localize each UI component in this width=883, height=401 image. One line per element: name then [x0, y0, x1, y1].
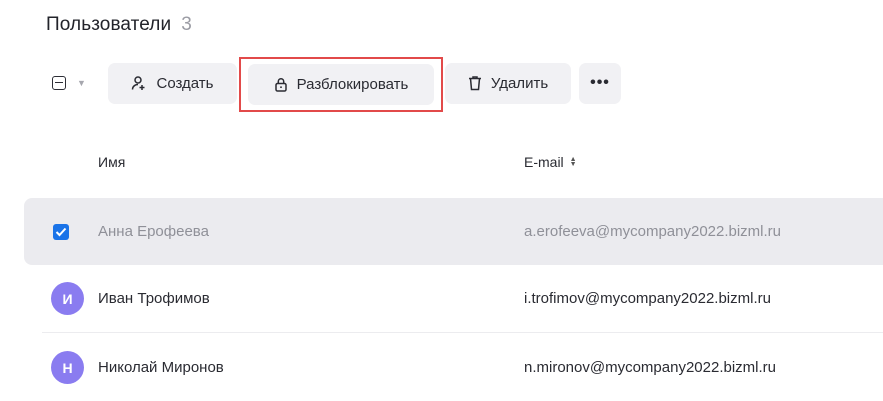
column-header-email[interactable]: E-mail ▲ ▼	[524, 154, 577, 170]
column-header-name[interactable]: Имя	[98, 154, 125, 170]
table-header: Имя E-mail ▲ ▼	[24, 148, 883, 176]
user-email: i.trofimov@mycompany2022.bizml.ru	[524, 290, 771, 307]
add-user-icon	[131, 75, 147, 91]
table-row[interactable]: Н Николай Миронов n.mironov@mycompany202…	[24, 334, 883, 401]
unblock-highlight-frame: Разблокировать	[239, 56, 443, 112]
user-email: a.erofeeva@mycompany2022.bizml.ru	[524, 223, 782, 240]
table-row[interactable]: Анна Ерофеева a.erofeeva@mycompany2022.b…	[24, 198, 883, 265]
page-header: Пользователи 3	[46, 14, 192, 36]
delete-button[interactable]: Удалить	[445, 62, 571, 104]
delete-label: Удалить	[490, 74, 549, 92]
unblock-button[interactable]: Разблокировать	[248, 63, 434, 105]
page-title: Пользователи	[46, 14, 172, 35]
more-actions-button[interactable]: •••	[579, 62, 621, 104]
user-count: 3	[181, 14, 192, 35]
table-row[interactable]: И Иван Трофимов i.trofimov@mycompany2022…	[24, 265, 883, 332]
column-header-email-label: E-mail	[524, 154, 564, 170]
partial-select-checkbox[interactable]	[52, 76, 66, 90]
caret-down-icon[interactable]: ▼	[77, 78, 86, 88]
bulk-select-dropdown[interactable]: ▼	[52, 76, 108, 90]
avatar: И	[51, 282, 84, 315]
user-email: n.mironov@mycompany2022.bizml.ru	[524, 359, 776, 376]
lock-icon	[274, 77, 288, 92]
create-user-label: Создать	[156, 74, 214, 92]
users-page: Пользователи 3 ▼ Создать Разблокировать …	[0, 0, 883, 401]
create-user-button[interactable]: Создать	[108, 62, 237, 104]
user-name: Иван Трофимов	[98, 290, 210, 307]
avatar: Н	[51, 351, 84, 384]
unblock-label: Разблокировать	[296, 75, 409, 93]
row-divider	[42, 332, 883, 333]
sort-icon[interactable]: ▲ ▼	[570, 156, 577, 168]
user-name: Анна Ерофеева	[98, 223, 209, 240]
row-checkbox-checked[interactable]	[53, 223, 69, 240]
trash-icon	[468, 75, 482, 91]
more-icon: •••	[590, 74, 610, 91]
user-name: Николай Миронов	[98, 359, 224, 376]
toolbar: ▼ Создать Разблокировать Удалить •••	[52, 56, 621, 112]
